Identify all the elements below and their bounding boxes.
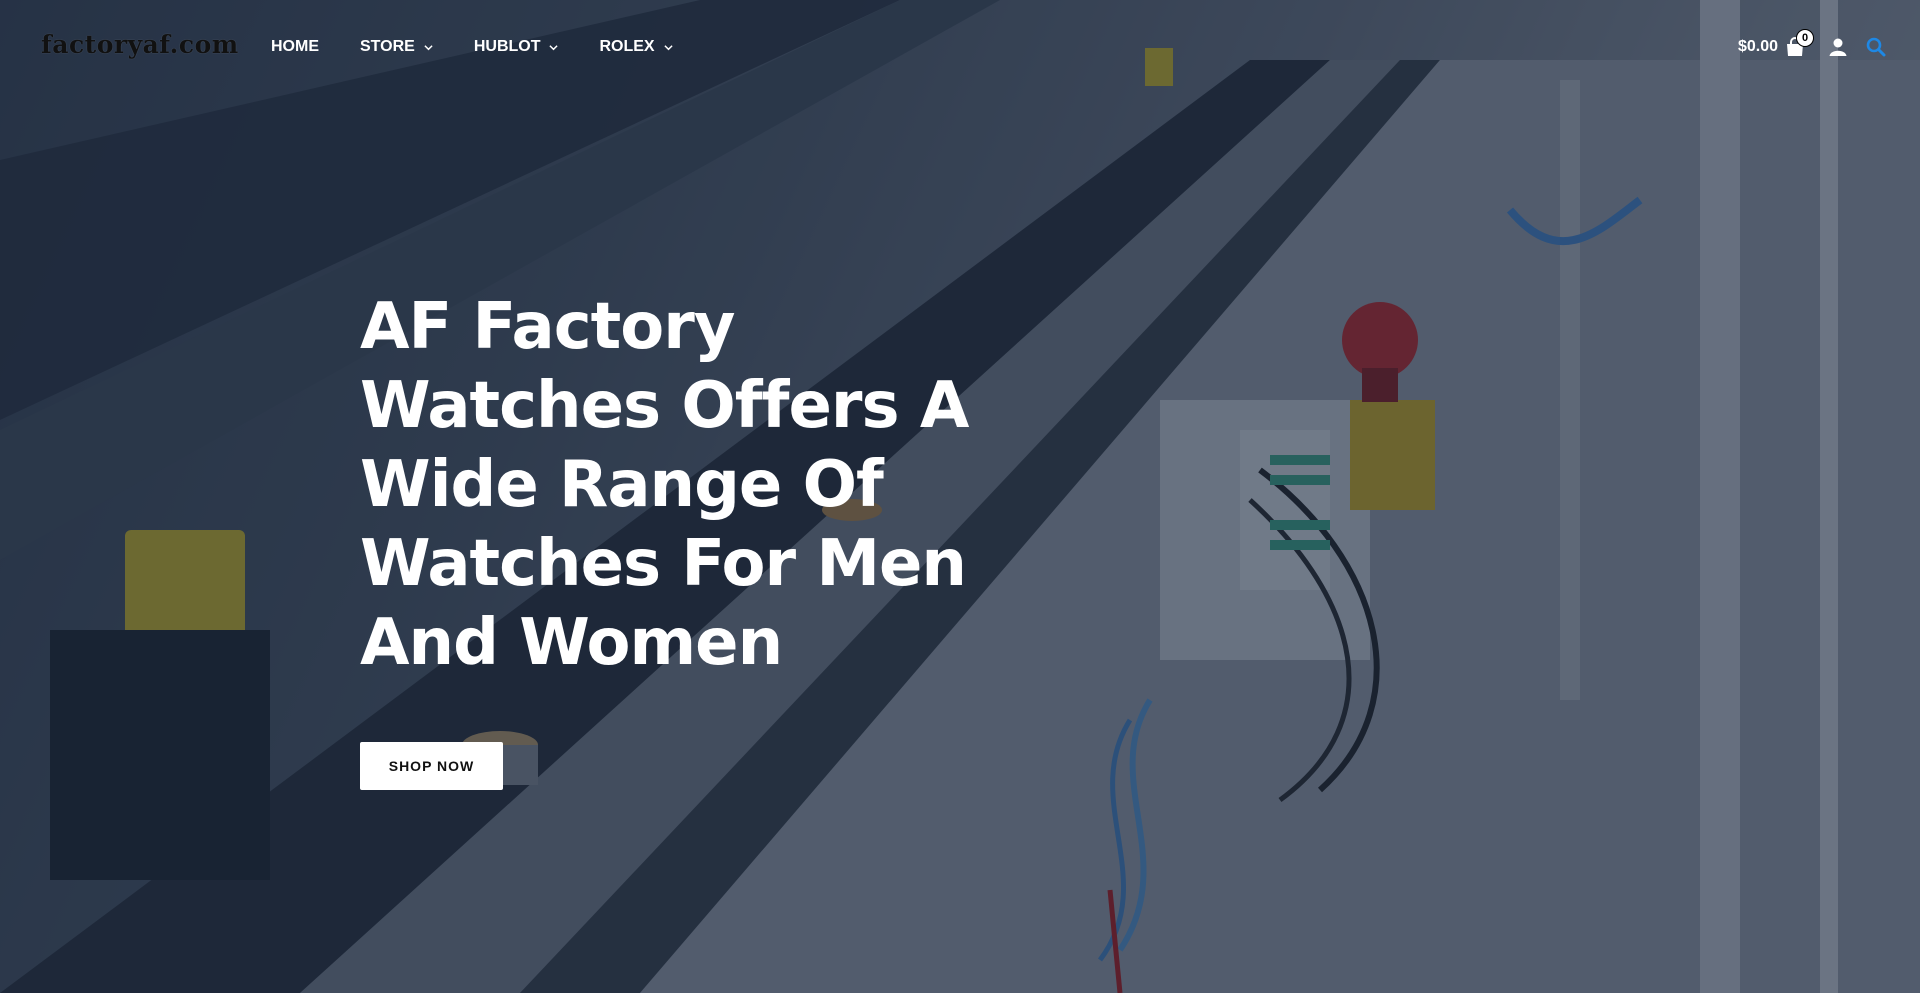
nav-item-label: HOME (271, 38, 319, 55)
main-nav: HOME STORE HUBLOT ROLEX (271, 38, 714, 56)
chevron-down-icon (664, 44, 673, 50)
cart-count-badge: 0 (1796, 29, 1814, 47)
nav-item-rolex[interactable]: ROLEX (599, 38, 673, 56)
nav-item-home[interactable]: HOME (271, 38, 319, 56)
nav-item-label: ROLEX (599, 38, 655, 55)
hero-title: AF Factory Watches Offers A Wide Range O… (360, 290, 969, 680)
chevron-down-icon (424, 44, 433, 50)
nav-item-store[interactable]: STORE (360, 38, 433, 56)
site-logo[interactable]: factoryaf.com (41, 30, 239, 59)
cart-total[interactable]: $0.00 (1738, 38, 1778, 56)
nav-item-label: HUBLOT (473, 38, 541, 55)
nav-item-label: STORE (360, 38, 415, 55)
nav-item-hublot[interactable]: HUBLOT (474, 38, 559, 56)
shop-now-button[interactable]: SHOP NOW (360, 742, 503, 790)
search-icon[interactable] (1866, 37, 1886, 57)
shopping-bag-icon[interactable]: 0 (1784, 29, 1814, 58)
chevron-down-icon (549, 44, 559, 50)
header-actions: $0.00 0 (1738, 29, 1886, 58)
user-icon[interactable] (1828, 37, 1848, 57)
site-header: factoryaf.com HOME STORE HUBLOT ROLEX $0… (0, 0, 1920, 100)
